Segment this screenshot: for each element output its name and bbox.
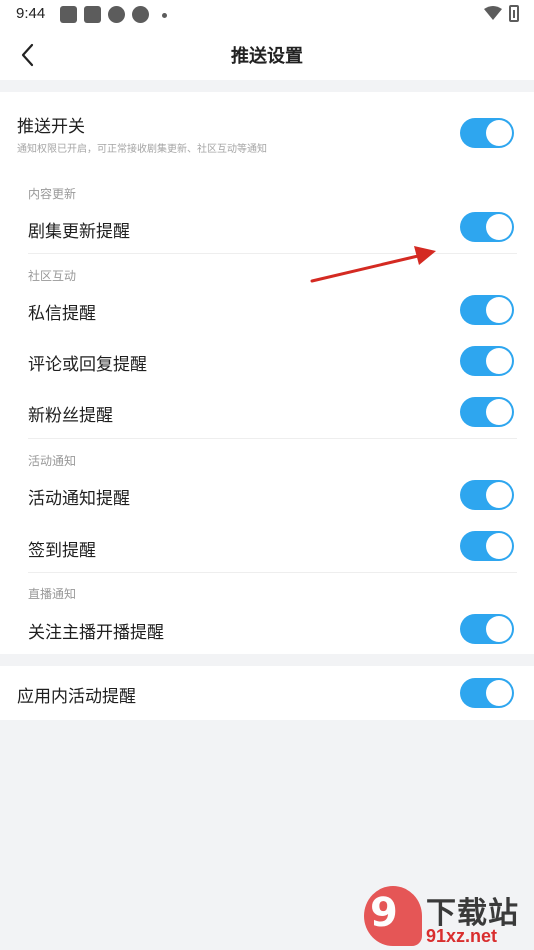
- setting-label: 签到提醒: [28, 541, 96, 561]
- app-notification-icon: [60, 6, 77, 23]
- setting-label: 剧集更新提醒: [28, 222, 130, 242]
- section-title-community: 社区互动: [28, 269, 77, 283]
- live-start-toggle[interactable]: [460, 614, 514, 644]
- setting-row-live-start: 关注主播开播提醒: [0, 604, 534, 652]
- status-bar: 9:44: [0, 0, 534, 30]
- app-activity-toggle[interactable]: [460, 678, 514, 708]
- activity-notice-toggle[interactable]: [460, 480, 514, 510]
- setting-label: 活动通知提醒: [28, 489, 130, 509]
- toggle-knob: [486, 482, 512, 508]
- toggle-knob: [486, 297, 512, 323]
- nav-bar: 推送设置: [0, 30, 534, 80]
- episode-update-toggle[interactable]: [460, 212, 514, 242]
- page-title: 推送设置: [231, 46, 303, 67]
- toggle-knob: [486, 214, 512, 240]
- push-master-label: 推送开关: [17, 117, 85, 137]
- setting-row-private-message: 私信提醒: [0, 285, 534, 333]
- section-title-activity: 活动通知: [28, 454, 77, 468]
- watermark-site: 91xz.net: [426, 926, 498, 946]
- setting-label: 新粉丝提醒: [28, 406, 113, 426]
- push-master-toggle[interactable]: [460, 118, 514, 148]
- toggle-knob: [486, 533, 512, 559]
- battery-icon: [509, 5, 519, 22]
- setting-row-checkin: 签到提醒: [0, 522, 534, 570]
- app-activity-label: 应用内活动提醒: [17, 687, 136, 707]
- sync-icon: [108, 6, 125, 23]
- setting-row-comment-reply: 评论或回复提醒: [0, 336, 534, 384]
- toggle-knob: [486, 120, 512, 146]
- sync-icon: [132, 6, 149, 23]
- setting-label: 私信提醒: [28, 304, 96, 324]
- checkin-toggle[interactable]: [460, 531, 514, 561]
- watermark-logo: 9: [364, 886, 422, 946]
- setting-row-episode-update: 剧集更新提醒: [0, 204, 534, 252]
- toggle-knob: [486, 680, 512, 706]
- section-title-live: 直播通知: [28, 587, 77, 601]
- toggle-knob: [486, 616, 512, 642]
- push-master-hint: 通知权限已开启，可正常接收剧集更新、社区互动等通知: [17, 144, 267, 155]
- setting-label: 关注主播开播提醒: [28, 623, 164, 643]
- section-title-content: 内容更新: [28, 187, 77, 201]
- private-message-toggle[interactable]: [460, 295, 514, 325]
- more-dot-icon: [162, 13, 167, 18]
- divider: [28, 572, 517, 573]
- new-follower-toggle[interactable]: [460, 397, 514, 427]
- status-time: 9:44: [16, 5, 46, 22]
- push-settings-card: 推送开关 通知权限已开启，可正常接收剧集更新、社区互动等通知 内容更新 剧集更新…: [0, 92, 534, 654]
- comment-reply-toggle[interactable]: [460, 346, 514, 376]
- app-notification-icon: [84, 6, 101, 23]
- toggle-knob: [486, 399, 512, 425]
- toggle-knob: [486, 348, 512, 374]
- watermark: 9 下载站 91xz.net: [364, 886, 534, 950]
- divider: [28, 253, 517, 254]
- setting-label: 评论或回复提醒: [28, 355, 147, 375]
- app-activity-card: 应用内活动提醒: [0, 666, 534, 720]
- push-master-row: 推送开关 通知权限已开启，可正常接收剧集更新、社区互动等通知: [0, 92, 534, 162]
- divider: [28, 438, 517, 439]
- wifi-icon: [484, 6, 502, 20]
- setting-row-new-follower: 新粉丝提醒: [0, 387, 534, 435]
- setting-row-activity-notice: 活动通知提醒: [0, 470, 534, 518]
